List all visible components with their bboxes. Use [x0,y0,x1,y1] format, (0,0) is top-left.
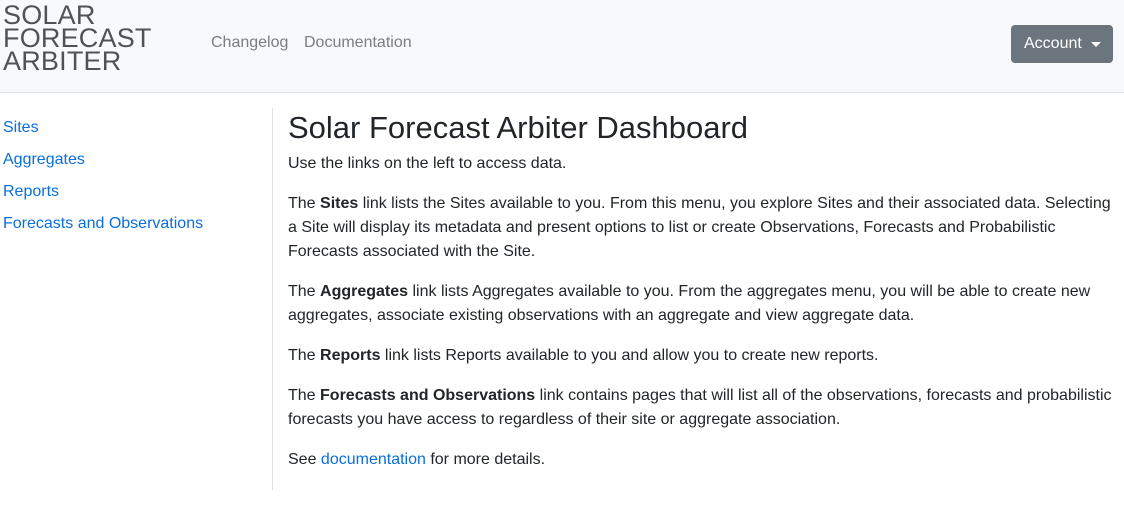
text: link lists Reports available to you and … [380,347,879,364]
caret-down-icon [1091,42,1101,47]
nav-link-changelog[interactable]: Changelog [211,34,288,52]
intro-text: Use the links on the left to access data… [288,155,567,172]
sidebar-item-reports[interactable]: Reports [3,176,263,208]
top-navbar: SOLAR FORECAST ARBITER Changelog Documen… [0,0,1124,93]
forecasts-paragraph: The Forecasts and Observations link cont… [288,384,1118,432]
page-title: Solar Forecast Arbiter Dashboard [288,110,749,145]
reports-keyword: Reports [320,347,381,364]
sites-paragraph: The Sites link lists the Sites available… [288,192,1118,264]
text: See [288,451,321,468]
text: for more details. [425,451,546,468]
text: The [288,347,321,364]
sites-keyword: Sites [320,195,359,212]
documentation-link[interactable]: documentation [321,451,426,468]
account-dropdown-button[interactable]: Account [1011,25,1113,63]
brand-line: ARBITER [3,46,122,76]
see-docs-paragraph: See documentation for more details. [288,448,1118,472]
sidebar-item-aggregates[interactable]: Aggregates [3,144,263,176]
sidebar-divider [272,108,273,490]
aggregates-keyword: Aggregates [320,283,409,300]
text: The [288,387,321,404]
intro-paragraph: Use the links on the left to access data… [288,152,1118,176]
sidebar-item-sites[interactable]: Sites [3,112,263,144]
reports-paragraph: The Reports link lists Reports available… [288,344,1118,368]
sidebar-item-forecasts-observations[interactable]: Forecasts and Observations [3,208,263,240]
aggregates-paragraph: The Aggregates link lists Aggregates ava… [288,280,1118,328]
account-label: Account [1024,35,1082,52]
text: link lists the Sites available to you. F… [288,195,1111,260]
forecasts-keyword: Forecasts and Observations [320,387,536,404]
brand-logo[interactable]: SOLAR FORECAST ARBITER [3,2,152,76]
text: link lists Aggregates available to you. … [288,283,1091,324]
text: The [288,195,321,212]
text: The [288,283,321,300]
nav-link-documentation[interactable]: Documentation [304,34,412,52]
sidebar-nav: Sites Aggregates Reports Forecasts and O… [3,112,263,240]
main-content: Solar Forecast Arbiter Dashboard Use the… [288,108,1118,488]
